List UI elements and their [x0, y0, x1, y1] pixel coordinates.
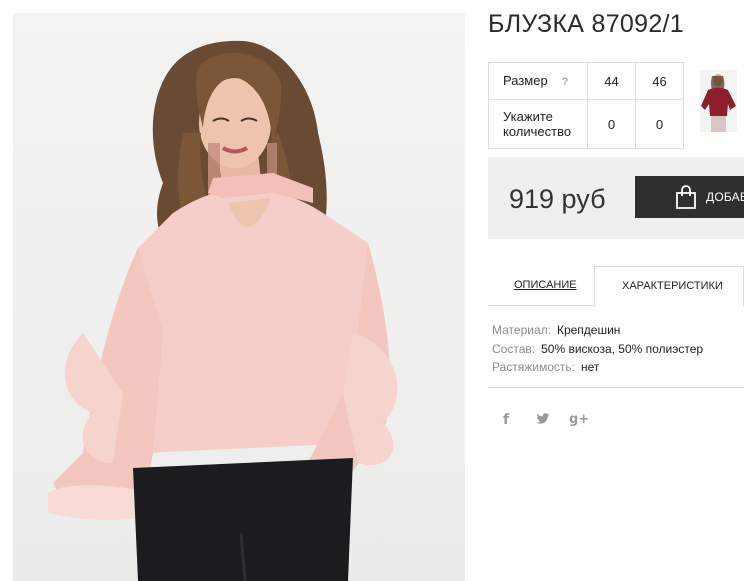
spec-value: нет: [581, 360, 600, 374]
size-label-cell: Размер?: [488, 62, 588, 100]
help-question-icon[interactable]: ?: [562, 76, 569, 88]
social-share-bar: f g+: [503, 410, 589, 429]
spec-key: Материал:: [492, 323, 551, 337]
size-row: Размер? 44 46: [488, 62, 684, 100]
characteristics-list: Материал: Крепдешин Состав: 50% вискоза, 5…: [492, 321, 703, 377]
shopping-bag-icon: [676, 185, 696, 209]
section-divider: [488, 387, 744, 388]
quantity-44-input[interactable]: 0: [587, 99, 636, 149]
twitter-icon[interactable]: [536, 410, 569, 429]
quantity-row: Укажите количество 0 0: [488, 99, 684, 149]
tab-characteristics[interactable]: ХАРАКТЕРИСТИКИ: [594, 266, 744, 307]
quantity-46-input[interactable]: 0: [635, 99, 684, 149]
product-price: 919 руб: [509, 184, 606, 214]
facebook-icon[interactable]: f: [503, 412, 536, 428]
add-to-cart-button[interactable]: ДОБАВ: [635, 176, 744, 218]
spec-value: Крепдешин: [556, 323, 621, 337]
spec-row-material: Материал: Крепдешин: [492, 321, 703, 340]
size-46-cell[interactable]: 46: [635, 62, 684, 100]
add-to-cart-label: ДОБАВ: [706, 190, 744, 204]
google-plus-icon[interactable]: g+: [569, 412, 589, 427]
spec-value: 50% вискоза, 50% полиэстер: [541, 341, 704, 356]
spec-row-composition: Состав: 50% вискоза, 50% полиэстер: [492, 340, 703, 359]
price-panel: 919 руб ДОБАВ: [488, 157, 744, 239]
size-label: Размер: [503, 72, 548, 88]
quantity-label: Укажите количество: [488, 99, 588, 149]
thumbnail-image: [701, 74, 736, 132]
spec-row-stretch: Растяжимость: нет: [492, 358, 703, 377]
color-variant-thumbnail[interactable]: [700, 70, 737, 132]
spec-key: Состав:: [492, 341, 536, 356]
product-photo[interactable]: [13, 13, 465, 581]
tab-description[interactable]: ОПИСАНИЕ: [514, 279, 577, 291]
spec-key: Растяжимость:: [492, 360, 576, 374]
product-title: БЛУЗКА 87092/1: [488, 10, 684, 38]
size-44-cell[interactable]: 44: [587, 62, 636, 100]
model-wearing-blouse-image: [48, 40, 398, 581]
size-quantity-table: Размер? 44 46 Укажите количество 0 0: [488, 62, 684, 149]
